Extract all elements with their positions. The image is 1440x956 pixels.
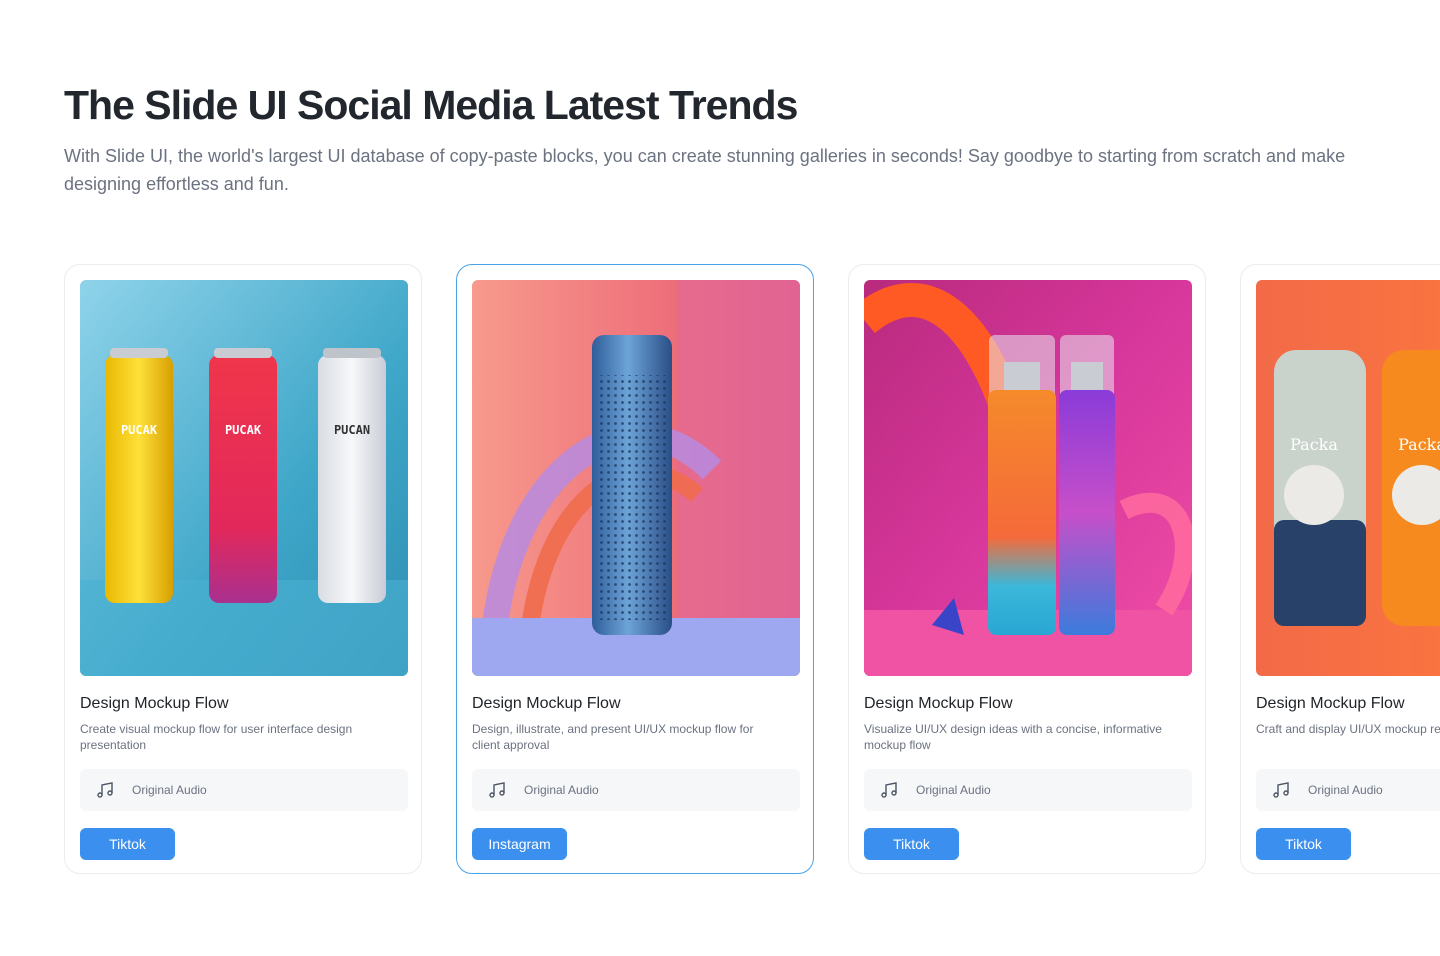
card-image-cans: PUCAK PUCAK PUCAN	[80, 280, 408, 676]
can-label-1: PUCAK	[121, 423, 158, 437]
audio-label: Original Audio	[132, 783, 207, 797]
gallery-card[interactable]: PUCAK PUCAK PUCAN Design Mockup Flow Cre…	[64, 264, 422, 874]
can-label-3: PUCAN	[334, 423, 370, 437]
card-image-bottles	[864, 280, 1192, 676]
gallery-card[interactable]: Packa Packa Design Mockup Flow Craft and…	[1240, 264, 1440, 874]
audio-row[interactable]: Original Audio	[864, 769, 1192, 811]
card-image-speaker	[472, 280, 800, 676]
can-label-2: PUCAK	[225, 423, 262, 437]
card-description: Visualize UI/UX design ideas with a conc…	[864, 722, 1162, 752]
card-title: Design Mockup Flow	[80, 695, 229, 712]
page-title: The Slide UI Social Media Latest Trends	[64, 82, 798, 128]
platform-button[interactable]: Tiktok	[80, 828, 175, 860]
page-header: The Slide UI Social Media Latest Trends …	[64, 80, 1364, 198]
platform-button[interactable]: Tiktok	[1256, 828, 1351, 860]
package-label-2: Packa	[1398, 435, 1440, 454]
gallery-cards: PUCAK PUCAK PUCAN Design Mockup Flow Cre…	[64, 264, 1440, 884]
music-note-icon	[489, 782, 505, 798]
page-subtitle: With Slide UI, the world's largest UI da…	[64, 146, 1346, 194]
music-note-icon	[97, 782, 113, 798]
card-title: Design Mockup Flow	[864, 695, 1013, 712]
audio-label: Original Audio	[916, 783, 991, 797]
audio-row[interactable]: Original Audio	[1256, 769, 1440, 811]
card-description: Craft and display UI/UX mockup review	[1256, 722, 1440, 736]
music-note-icon	[1273, 782, 1289, 798]
platform-button[interactable]: Instagram	[472, 828, 567, 860]
music-note-icon	[881, 782, 897, 798]
card-description: Create visual mockup flow for user inter…	[80, 722, 353, 752]
package-label-1: Packa	[1290, 435, 1338, 454]
gallery-card[interactable]: Design Mockup Flow Design, illustrate, a…	[456, 264, 814, 874]
audio-label: Original Audio	[524, 783, 599, 797]
card-description: Design, illustrate, and present UI/UX mo…	[472, 722, 754, 752]
audio-row[interactable]: Original Audio	[472, 769, 800, 811]
audio-label: Original Audio	[1308, 783, 1383, 797]
card-title: Design Mockup Flow	[1256, 695, 1405, 712]
card-title: Design Mockup Flow	[472, 695, 621, 712]
gallery-card[interactable]: Design Mockup Flow Visualize UI/UX desig…	[848, 264, 1206, 874]
card-image-packages: Packa Packa	[1256, 280, 1440, 676]
audio-row[interactable]: Original Audio	[80, 769, 408, 811]
platform-button[interactable]: Tiktok	[864, 828, 959, 860]
